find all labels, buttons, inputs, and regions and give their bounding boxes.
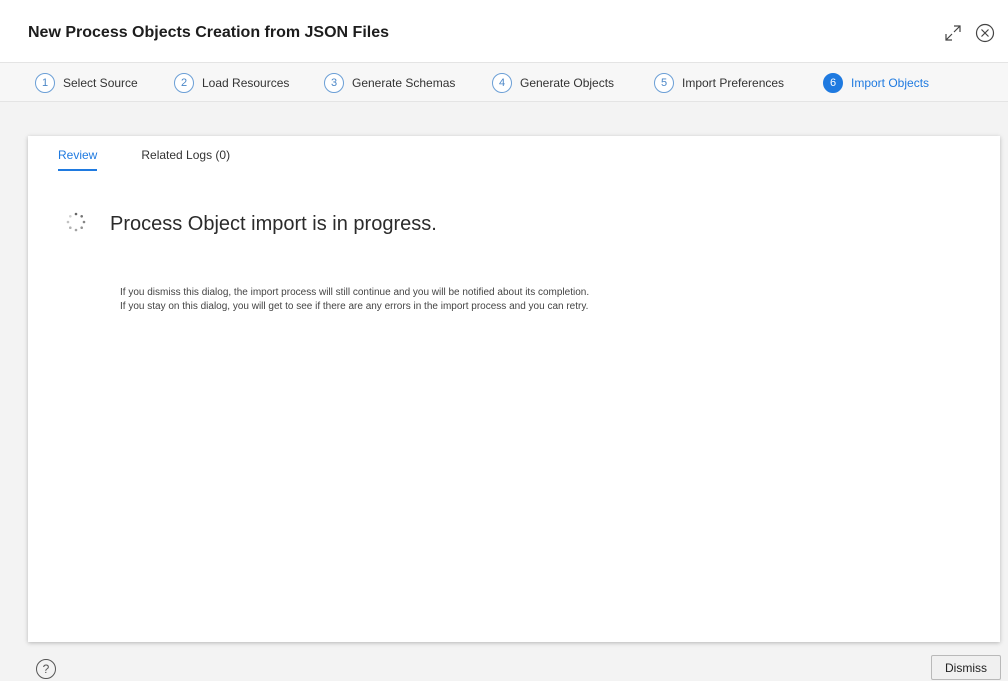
step-import-preferences[interactable]: 5 Import Preferences	[654, 71, 784, 95]
progress-message: Process Object import is in progress.	[110, 213, 437, 235]
step-label: Select Source	[63, 76, 138, 90]
close-circle-icon[interactable]	[974, 22, 996, 44]
tab-review[interactable]: Review	[58, 148, 98, 171]
step-label: Generate Objects	[520, 76, 615, 90]
expand-icon[interactable]	[942, 22, 964, 44]
progress-row: Process Object import is in progress.	[66, 212, 437, 237]
dialog-footer: ? Dismiss	[0, 646, 1008, 681]
step-number: 1	[35, 73, 55, 93]
dialog-header: New Process Objects Creation from JSON F…	[0, 0, 1008, 62]
header-icons	[942, 22, 996, 44]
step-generate-schemas[interactable]: 3 Generate Schemas	[324, 71, 455, 95]
panel-tabs: Review Related Logs (0)	[58, 148, 230, 171]
info-line-2: If you stay on this dialog, you will get…	[120, 301, 589, 312]
step-number: 3	[324, 73, 344, 93]
step-number: 5	[654, 73, 674, 93]
spinner-icon	[66, 212, 86, 237]
tab-related-logs[interactable]: Related Logs (0)	[141, 148, 230, 171]
step-select-source[interactable]: 1 Select Source	[35, 71, 138, 95]
step-load-resources[interactable]: 2 Load Resources	[174, 71, 289, 95]
dismiss-button[interactable]: Dismiss	[931, 655, 1001, 680]
wizard-steps: 1 Select Source 2 Load Resources 3 Gener…	[0, 62, 1008, 102]
step-label: Generate Schemas	[352, 76, 456, 90]
help-icon[interactable]: ?	[36, 659, 56, 679]
step-number: 4	[492, 73, 512, 93]
dialog-title: New Process Objects Creation from JSON F…	[28, 24, 390, 41]
info-line-1: If you dismiss this dialog, the import p…	[120, 287, 590, 298]
step-label: Import Objects	[851, 76, 930, 90]
dialog: New Process Objects Creation from JSON F…	[0, 0, 1008, 681]
step-generate-objects[interactable]: 4 Generate Objects	[492, 71, 614, 95]
info-text: If you dismiss this dialog, the import p…	[120, 286, 589, 314]
step-number: 6	[823, 73, 843, 93]
step-label: Load Resources	[202, 76, 290, 90]
step-label: Import Preferences	[682, 76, 785, 90]
content-panel: Review Related Logs (0) Process Object i…	[28, 136, 1000, 642]
step-number: 2	[174, 73, 194, 93]
step-import-objects[interactable]: 6 Import Objects	[823, 71, 929, 95]
